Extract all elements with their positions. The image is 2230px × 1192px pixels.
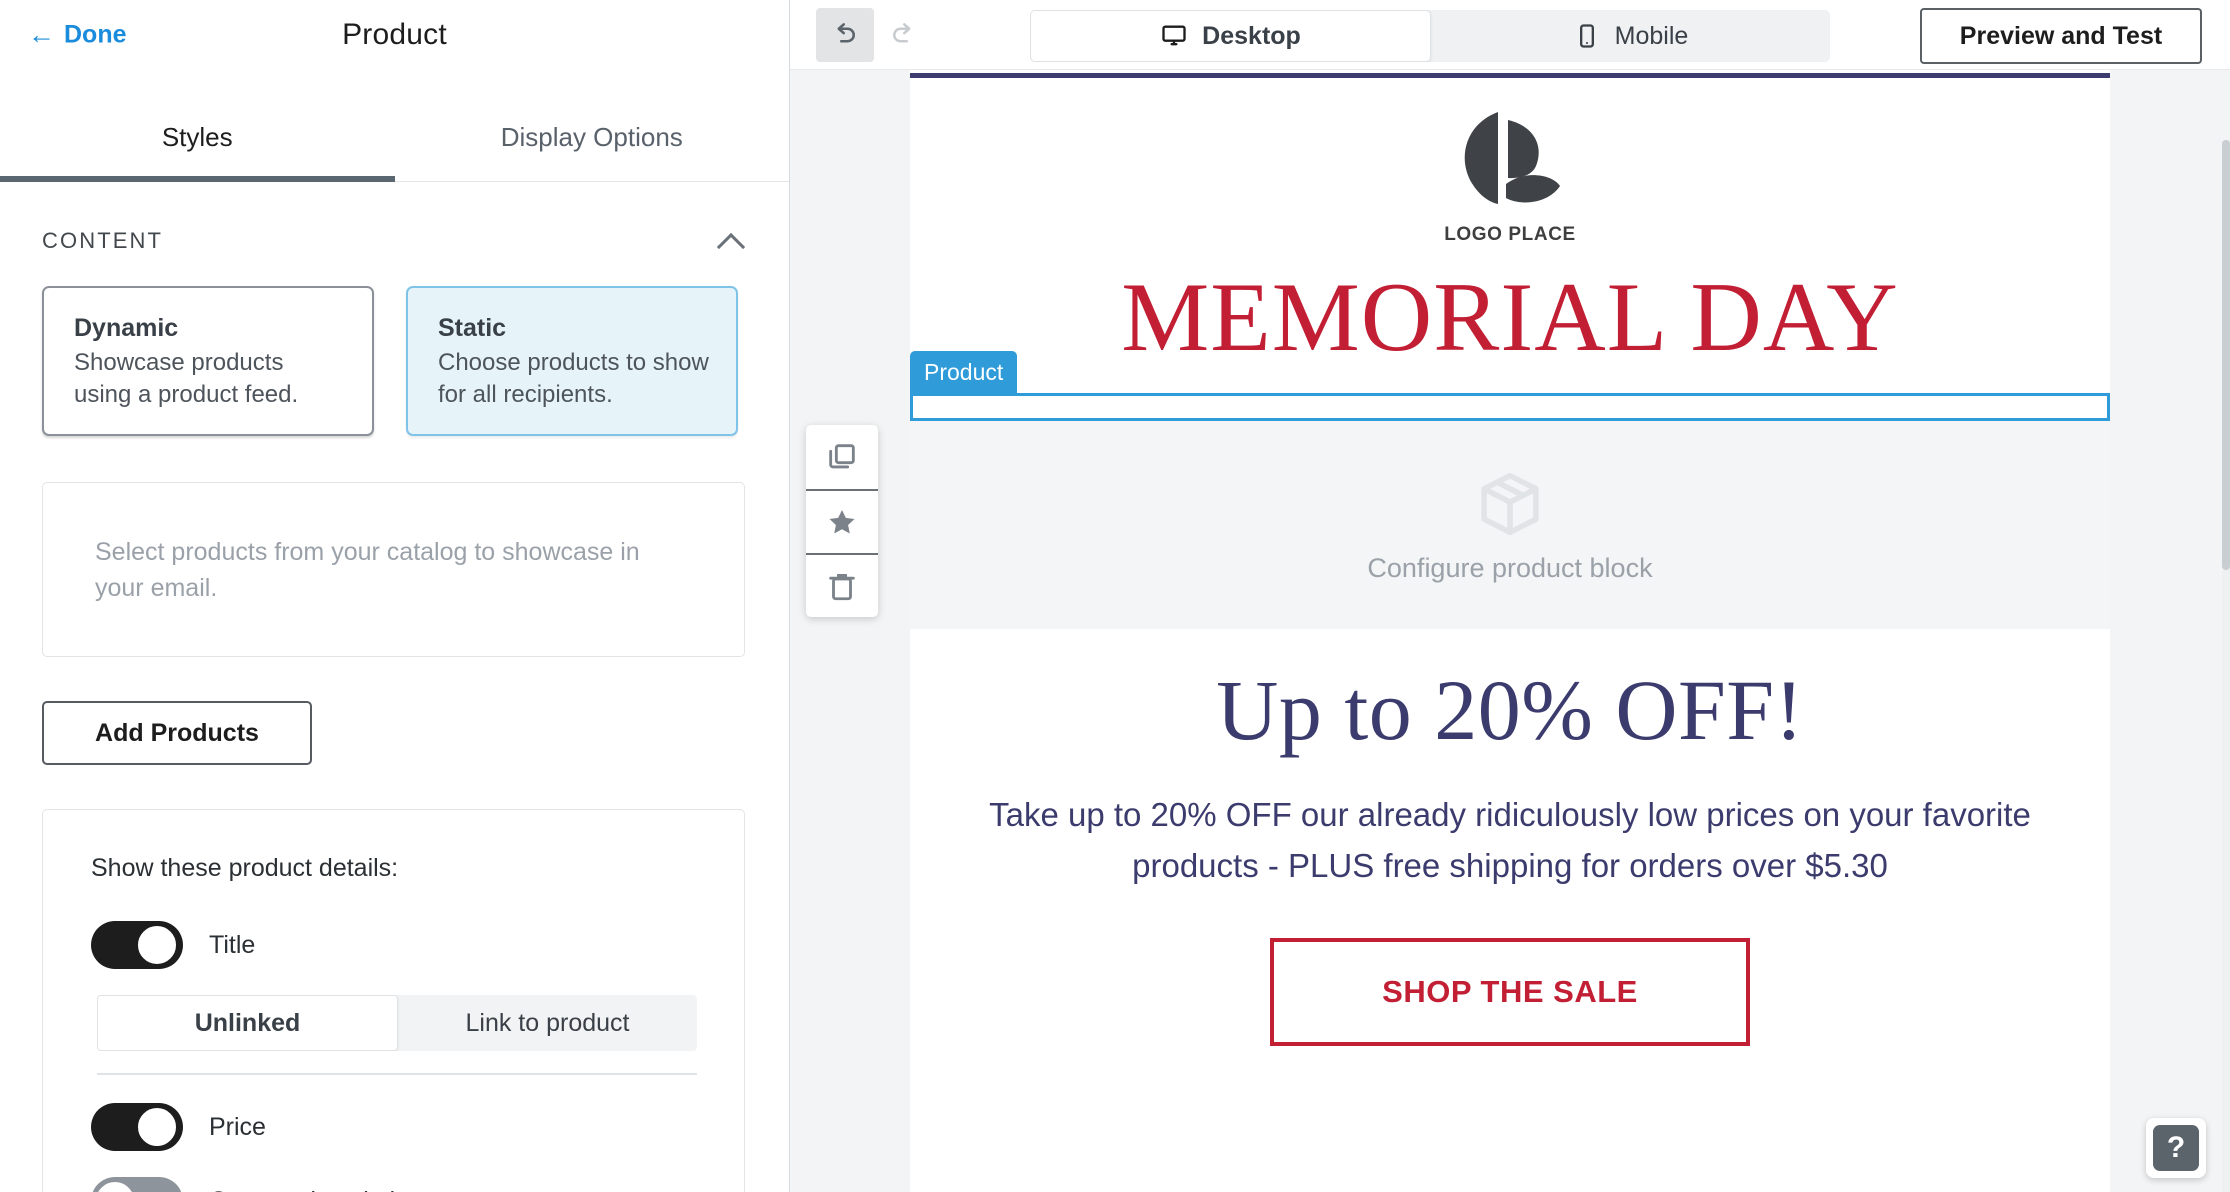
canvas-toolbar: Desktop Mobile Preview and Test <box>790 0 2230 70</box>
detail-row-price: Price <box>91 1103 744 1152</box>
shop-the-sale-button[interactable]: SHOP THE SALE <box>1270 937 1750 1046</box>
toggle-knob <box>137 1107 177 1148</box>
product-empty-state-text: Select products from your catalog to sho… <box>95 537 640 602</box>
toggle-title-label: Title <box>209 930 256 959</box>
choice-dynamic[interactable]: Dynamic Showcase products using a produc… <box>42 286 374 437</box>
email-logo-block[interactable]: LOGO PLACE <box>910 78 2110 264</box>
toggle-knob <box>95 1181 135 1192</box>
product-details-card: Show these product details: Title Unlink… <box>42 809 745 1192</box>
product-block-placeholder-text: Configure product block <box>1367 552 1653 583</box>
device-option-desktop-label: Desktop <box>1202 21 1301 50</box>
canvas-scrollbar[interactable] <box>2222 140 2230 1192</box>
content-section-label: CONTENT <box>42 228 164 253</box>
toggle-knob <box>137 925 177 966</box>
toggle-price[interactable] <box>91 1103 183 1152</box>
cta-wrapper: SHOP THE SALE <box>910 892 2110 1046</box>
promo-heading[interactable]: Up to 20% OFF! <box>910 665 2110 756</box>
product-empty-state: Select products from your catalog to sho… <box>42 482 745 658</box>
choice-static-title: Static <box>438 314 507 342</box>
choice-dynamic-title: Dynamic <box>74 314 179 342</box>
desktop-icon <box>1162 25 1186 46</box>
delete-block-button[interactable] <box>806 553 878 617</box>
redo-icon <box>893 22 911 42</box>
chevron-up-icon[interactable] <box>719 228 745 254</box>
add-products-button[interactable]: Add Products <box>42 701 312 766</box>
selection-outline <box>910 393 2110 421</box>
segment-unlinked[interactable]: Unlinked <box>97 995 398 1052</box>
favorite-block-button[interactable] <box>806 489 878 553</box>
tab-display-options[interactable]: Display Options <box>395 70 790 181</box>
trash-icon <box>829 573 855 601</box>
content-section-header[interactable]: CONTENT <box>0 182 789 254</box>
tab-display-options-label: Display Options <box>500 122 683 152</box>
email-headline[interactable]: MEMORIAL DAY <box>910 264 2110 393</box>
email-stage: LOGO PLACE MEMORIAL DAY Product Configur… <box>790 70 2230 1192</box>
logo-caption: LOGO PLACE <box>1444 224 1576 245</box>
undo-button[interactable] <box>816 7 874 62</box>
question-icon: ? <box>2153 1125 2199 1171</box>
leaf-logo-icon <box>1464 112 1560 204</box>
choice-dynamic-desc: Showcase products using a product feed. <box>74 349 299 408</box>
box-icon <box>1481 472 1539 535</box>
copy-icon <box>829 444 855 469</box>
done-button[interactable]: ← Done <box>28 21 127 50</box>
selected-product-block[interactable]: Product <box>806 351 2110 617</box>
preview-and-test-button[interactable]: Preview and Test <box>1920 8 2202 64</box>
mobile-icon <box>1579 24 1594 48</box>
block-tools-toolbar <box>806 425 878 617</box>
email-editor: ← Done Product Styles Display Options CO… <box>0 0 2230 1192</box>
panel-tabs: Styles Display Options <box>0 70 789 182</box>
promo-block: Up to 20% OFF! Take up to 20% OFF our al… <box>910 629 2110 1046</box>
logo-icon <box>1448 108 1572 216</box>
link-mode-segmented-control: Unlinked Link to product <box>97 995 697 1052</box>
device-option-desktop[interactable]: Desktop <box>1030 10 1431 62</box>
choice-static[interactable]: Static Choose products to show for all r… <box>406 286 738 437</box>
detail-row-title: Title <box>91 921 744 970</box>
tab-styles[interactable]: Styles <box>0 70 395 182</box>
details-divider <box>97 1073 697 1076</box>
redo-button[interactable] <box>874 8 932 62</box>
device-option-mobile[interactable]: Mobile <box>1431 10 1830 62</box>
device-preview-toggle: Desktop Mobile <box>1030 10 1830 62</box>
duplicate-block-button[interactable] <box>806 425 878 489</box>
choice-static-desc: Choose products to show for all recipien… <box>438 349 709 408</box>
detail-row-custom-description: Custom description <box>91 1177 744 1192</box>
done-button-label: Done <box>64 20 127 49</box>
toggle-title[interactable] <box>91 921 183 970</box>
content-mode-choices: Dynamic Showcase products using a produc… <box>0 254 789 437</box>
device-option-mobile-label: Mobile <box>1614 21 1689 50</box>
toggle-custom-description[interactable] <box>91 1177 183 1192</box>
selected-block-tag: Product <box>910 351 1018 393</box>
canvas-area: Desktop Mobile Preview and Test LOGO PLA… <box>790 0 2230 1192</box>
promo-body-text[interactable]: Take up to 20% OFF our already ridiculou… <box>910 755 2110 891</box>
product-details-heading: Show these product details: <box>91 854 399 883</box>
segment-link-to-product[interactable]: Link to product <box>398 995 697 1051</box>
star-icon <box>829 509 855 534</box>
undo-icon <box>837 22 855 42</box>
scrollbar-thumb[interactable] <box>2222 140 2230 570</box>
toggle-custom-description-label: Custom description <box>209 1187 423 1192</box>
email-canvas: LOGO PLACE MEMORIAL DAY Product Configur… <box>806 70 2110 1192</box>
help-button[interactable]: ? <box>2146 1118 2206 1178</box>
toggle-price-label: Price <box>209 1112 266 1141</box>
panel-body: CONTENT Dynamic Showcase products using … <box>0 182 789 1192</box>
panel-header: ← Done Product <box>0 0 789 70</box>
back-arrow-icon: ← <box>28 19 55 50</box>
tab-styles-label: Styles <box>161 122 233 152</box>
product-block-placeholder[interactable]: Configure product block <box>910 421 2110 629</box>
settings-panel: ← Done Product Styles Display Options CO… <box>0 0 790 1192</box>
